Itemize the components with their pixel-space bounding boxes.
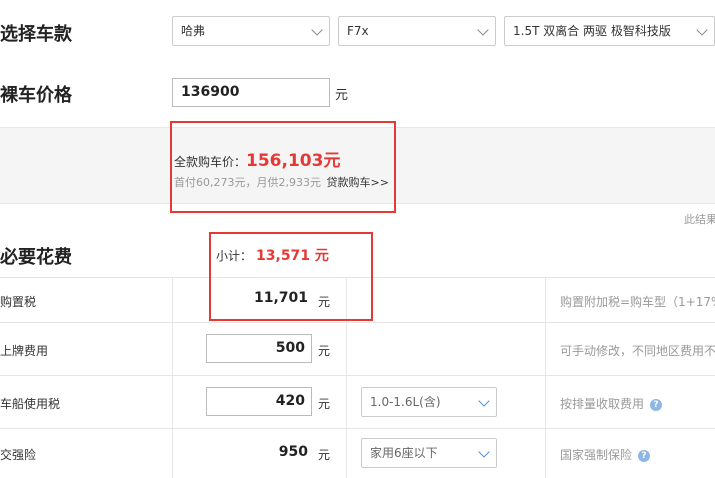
bare-price-input[interactable]: 136900 xyxy=(172,78,330,107)
row-label: 购置税 xyxy=(0,295,37,309)
seat-type-select[interactable]: 家用6座以下 xyxy=(361,438,497,468)
row-note: 国家强制保险 xyxy=(560,448,633,462)
chevron-down-icon xyxy=(311,24,323,36)
result-note: 此结果 xyxy=(684,213,715,226)
bare-price-title: 裸车价格 xyxy=(0,85,72,106)
help-icon[interactable]: ? xyxy=(638,449,651,462)
vehicle-tax-input[interactable]: 420 xyxy=(206,387,312,416)
row-note-line: 国家强制保险? xyxy=(560,446,651,463)
subtotal-highlight-box xyxy=(209,232,373,321)
chevron-down-icon xyxy=(477,24,489,36)
row-unit: 元 xyxy=(318,448,331,462)
displacement-select[interactable]: 1.0-1.6L(含) xyxy=(361,387,497,417)
divider xyxy=(0,428,715,429)
chevron-down-icon xyxy=(478,446,490,458)
divider xyxy=(0,375,715,376)
bare-price-unit: 元 xyxy=(335,88,349,103)
row-note: 按排量收取费用 xyxy=(560,397,645,411)
version-select[interactable]: 1.5T 双离合 两驱 极智科技版 xyxy=(504,16,715,46)
row-note-line: 按排量收取费用? xyxy=(560,395,663,412)
required-fees-title: 必要花费 xyxy=(0,247,72,268)
help-icon[interactable]: ? xyxy=(650,398,663,411)
seat-type-select-value: 家用6座以下 xyxy=(370,446,438,460)
brand-select-value: 哈弗 xyxy=(181,24,206,38)
compulsory-insurance-value: 950 xyxy=(278,444,308,460)
registration-fee-input[interactable]: 500 xyxy=(206,334,312,363)
version-select-value: 1.5T 双离合 两驱 极智科技版 xyxy=(513,24,671,38)
brand-select[interactable]: 哈弗 xyxy=(172,16,330,46)
chevron-down-icon xyxy=(696,24,708,36)
row-label: 交强险 xyxy=(0,448,37,462)
divider xyxy=(0,322,715,323)
row-note: 可手动修改，不同地区费用不 xyxy=(560,344,715,358)
row-label: 上牌费用 xyxy=(0,344,49,358)
row-note: 购置附加税=购车型（1+17% xyxy=(560,295,715,309)
row-unit: 元 xyxy=(318,397,331,411)
divider xyxy=(172,277,173,478)
row-label: 车船使用税 xyxy=(0,397,61,411)
divider xyxy=(545,277,546,478)
model-select[interactable]: F7x xyxy=(338,16,496,46)
full-price-highlight-box xyxy=(170,121,396,213)
displacement-select-value: 1.0-1.6L(含) xyxy=(370,395,441,409)
model-select-value: F7x xyxy=(347,24,369,38)
chevron-down-icon xyxy=(478,395,490,407)
row-unit: 元 xyxy=(318,344,331,358)
select-car-title: 选择车款 xyxy=(0,24,72,45)
